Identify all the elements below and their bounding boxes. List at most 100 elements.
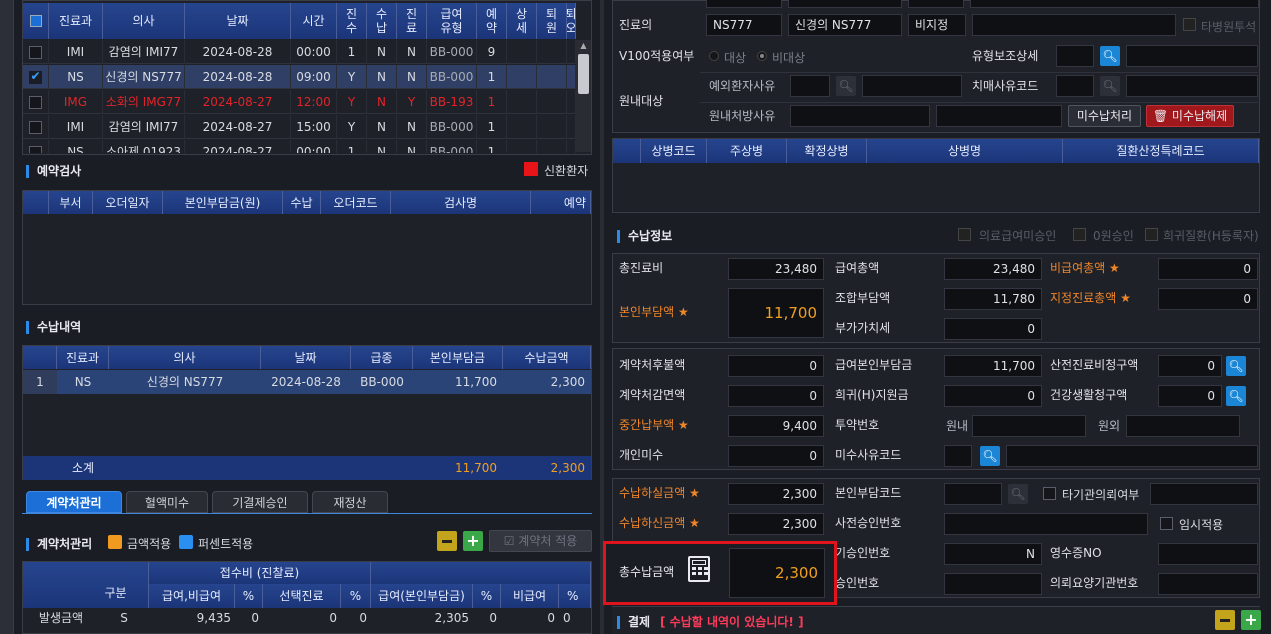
reservation-cell-sunap: N: [367, 90, 397, 114]
benefit-self-field[interactable]: 11,700: [944, 355, 1042, 377]
row-checkbox[interactable]: ✔: [29, 70, 42, 84]
mid-pay-field[interactable]: 9,400: [728, 415, 824, 437]
unpaid-code-search-button[interactable]: 🔍︎: [980, 446, 1000, 466]
payment-plus-button[interactable]: +: [1241, 610, 1261, 630]
prenatal-search-button[interactable]: 🔍︎: [1226, 356, 1246, 376]
opt3-checkbox[interactable]: [1145, 228, 1158, 241]
exception-name[interactable]: [862, 75, 962, 97]
reservation-cell-ye: 1: [477, 115, 507, 139]
benefit-total-field[interactable]: 23,480: [944, 258, 1042, 280]
unpaid-cancel-button[interactable]: 🗑︎ 미수납해제: [1146, 105, 1234, 127]
reservation-scrollbar[interactable]: ▲: [576, 40, 591, 152]
dementia-code[interactable]: [1056, 75, 1094, 97]
personal-unpaid-field[interactable]: 0: [728, 445, 824, 467]
self-pay-field[interactable]: 11,700: [728, 288, 824, 338]
contract-group-header-2: [371, 562, 591, 584]
reservation-row[interactable]: IMI 감염의 IMI77 2024-08-28 00:00 1 N N BB-000 9: [23, 40, 576, 64]
exception-code[interactable]: [790, 75, 830, 97]
inhouse-rx-code[interactable]: [790, 105, 930, 127]
non-designated-field[interactable]: 비지정: [908, 14, 966, 36]
designated-field[interactable]: 0: [1158, 288, 1258, 310]
reservation-cell-jin: Y: [337, 65, 367, 89]
contract-reduce-field[interactable]: 0: [728, 385, 824, 407]
rare-support-field[interactable]: 0: [944, 385, 1042, 407]
health-search-button[interactable]: 🔍︎: [1226, 386, 1246, 406]
pane-divider[interactable]: [600, 0, 604, 634]
star-icon: ★: [689, 516, 700, 530]
doctor-code-field[interactable]: NS777: [706, 14, 782, 36]
payment-history-row[interactable]: 1 NS 신경의 NS777 2024-08-28 BB-000 11,700 …: [23, 370, 591, 394]
approval-field[interactable]: N: [944, 543, 1042, 565]
calculator-icon[interactable]: [688, 556, 710, 582]
other-inst-field[interactable]: [1150, 483, 1258, 505]
vat-field[interactable]: 0: [944, 318, 1042, 340]
drug-outside-field[interactable]: [1126, 415, 1240, 437]
paid-field[interactable]: 2,300: [728, 513, 824, 535]
opt2-checkbox[interactable]: [1073, 228, 1086, 241]
tab-resettle[interactable]: 재정산: [312, 491, 388, 513]
total-payment-field[interactable]: 2,300: [729, 548, 825, 598]
row-checkbox[interactable]: [29, 46, 42, 59]
row-checkbox[interactable]: [29, 96, 42, 109]
exception-search-button[interactable]: 🔍︎: [836, 76, 856, 96]
total-fee-field[interactable]: 23,480: [728, 258, 824, 280]
unpaid-process-button[interactable]: 미수납처리: [1068, 105, 1141, 127]
prenatal-claim-field[interactable]: 0: [1158, 355, 1222, 377]
unpaid-code-name[interactable]: [1006, 445, 1258, 467]
prenatal-claim-label: 산전진료비청구액: [1050, 358, 1139, 372]
tab-blood[interactable]: 혈액미수: [126, 491, 208, 513]
health-claim-field[interactable]: 0: [1158, 385, 1222, 407]
v100-radio-nontarget[interactable]: [757, 51, 767, 61]
inhouse-rx-name[interactable]: [936, 105, 1062, 127]
reservation-row[interactable]: ✔ NS 신경의 NS777 2024-08-28 09:00 Y N N BB-000 1: [23, 65, 576, 89]
tab-prior-approval[interactable]: 기결제승인: [212, 491, 308, 513]
star-icon: ★: [1109, 261, 1120, 275]
temp-apply-checkbox[interactable]: [1160, 517, 1173, 530]
other-hospital-checkbox[interactable]: [1183, 18, 1196, 31]
tab-contract[interactable]: 계약처관리: [26, 491, 122, 513]
v100-radio-target[interactable]: [709, 51, 719, 61]
union-field[interactable]: 11,780: [944, 288, 1042, 310]
to-pay-field[interactable]: 2,300: [728, 483, 824, 505]
doctor-name-field[interactable]: 신경의 NS777: [788, 14, 902, 36]
unpaid-code-field[interactable]: [944, 445, 972, 467]
row-checkbox[interactable]: [29, 146, 42, 153]
designated-label: 지정진료총액 ★: [1050, 291, 1131, 305]
opt1-checkbox[interactable]: [958, 228, 971, 241]
mid-pay-label: 중간납부액 ★: [619, 418, 689, 432]
contract-apply-button[interactable]: ☑ 계약처 적용: [489, 530, 592, 552]
payment-minus-button[interactable]: [1215, 610, 1235, 630]
drug-inhouse-field[interactable]: [972, 415, 1086, 437]
contract-after-field[interactable]: 0: [728, 355, 824, 377]
reservation-row[interactable]: IMI 감염의 IMI77 2024-08-27 15:00 Y N N BB-000 1: [23, 115, 576, 139]
dementia-search-button[interactable]: 🔍︎: [1100, 76, 1120, 96]
dementia-name[interactable]: [1126, 75, 1258, 97]
select-all-checkbox[interactable]: [29, 15, 42, 27]
exception-reason-label: 예외환자사유: [709, 79, 776, 93]
referral-field[interactable]: [1158, 573, 1258, 595]
plus-button[interactable]: +: [463, 531, 483, 551]
payment-history-header: 진료과 의사 날짜 급종 본인부담금 수납금액: [23, 346, 591, 369]
exam-section-title: 예약검사: [26, 162, 81, 179]
reservation-cell-time: 15:00: [291, 115, 337, 139]
reservation-cell-date: 2024-08-28: [185, 65, 291, 89]
self-code-search-button[interactable]: 🔍︎: [1008, 484, 1028, 504]
row-checkbox[interactable]: [29, 121, 42, 134]
other-inst-checkbox[interactable]: [1043, 487, 1056, 500]
minus-button[interactable]: [437, 531, 457, 551]
receipt-field[interactable]: [1158, 543, 1258, 565]
type-detail-code[interactable]: [1056, 45, 1094, 67]
reservation-row[interactable]: NS 소아제 01923 2024-08-27 00:00 1 N N BB-000 1: [23, 140, 576, 153]
self-code-field[interactable]: [944, 483, 1002, 505]
contract-row[interactable]: 발생금액 S 9,435 0 0 0 2,305 0 0 0: [23, 606, 591, 630]
reservation-row[interactable]: IMG 소화의 IMG77 2024-08-27 12:00 Y N Y BB-193 1: [23, 90, 576, 114]
nonbenefit-field[interactable]: 0: [1158, 258, 1258, 280]
reservation-cell-jinryo: N: [397, 115, 427, 139]
type-detail-name[interactable]: [1126, 45, 1258, 67]
scroll-thumb[interactable]: [578, 54, 589, 94]
col-date: 날짜: [185, 3, 291, 39]
doctor-extra-field[interactable]: [972, 14, 1176, 36]
pre-approval-field[interactable]: [944, 513, 1148, 535]
approval2-field[interactable]: [944, 573, 1042, 595]
type-detail-search-button[interactable]: 🔍︎: [1100, 46, 1120, 66]
